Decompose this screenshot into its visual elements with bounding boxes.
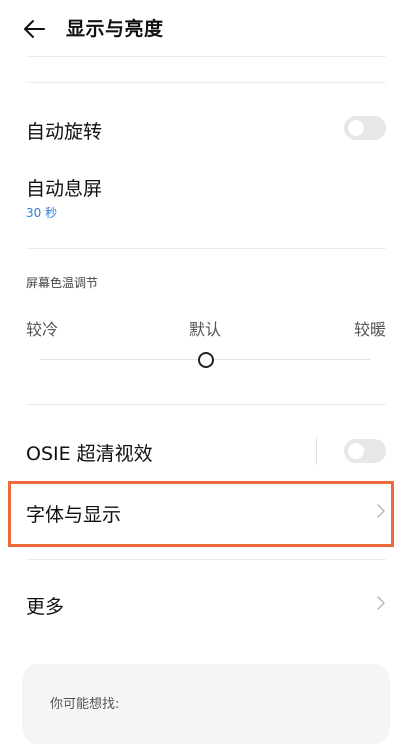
- color-temperature-label: 屏幕色温调节: [26, 276, 99, 290]
- temp-cool-label: 较冷: [26, 320, 59, 339]
- auto-screen-off-value: 30 秒: [26, 206, 58, 220]
- section-divider: [26, 82, 386, 83]
- header-divider: [26, 56, 386, 57]
- vertical-separator: [316, 437, 317, 465]
- highlight-box: [8, 481, 394, 547]
- auto-screen-off-row[interactable]: 自动息屏 30 秒: [0, 168, 408, 228]
- auto-rotate-row[interactable]: 自动旋转: [0, 100, 408, 158]
- osie-toggle[interactable]: [344, 439, 386, 463]
- section-divider: [26, 404, 386, 405]
- back-arrow-icon[interactable]: [22, 18, 48, 40]
- section-divider: [26, 559, 386, 560]
- chevron-right-icon: [376, 595, 386, 611]
- more-label: 更多: [26, 596, 65, 618]
- suggestions-label: 你可能想找:: [50, 697, 120, 712]
- page-title: 显示与亮度: [66, 18, 164, 40]
- auto-screen-off-label: 自动息屏: [26, 178, 103, 200]
- auto-rotate-toggle[interactable]: [344, 116, 386, 140]
- osie-label: OSIE 超清视效: [26, 443, 153, 465]
- color-temperature-slider-thumb[interactable]: [198, 352, 214, 368]
- temp-warm-label: 较暖: [354, 320, 387, 339]
- more-row[interactable]: 更多: [0, 575, 408, 633]
- auto-rotate-label: 自动旋转: [26, 121, 103, 143]
- toggle-knob: [348, 443, 364, 459]
- section-divider: [26, 248, 386, 249]
- temp-default-label: 默认: [189, 320, 222, 339]
- osie-row[interactable]: OSIE 超清视效: [0, 430, 408, 474]
- toggle-knob: [348, 120, 364, 136]
